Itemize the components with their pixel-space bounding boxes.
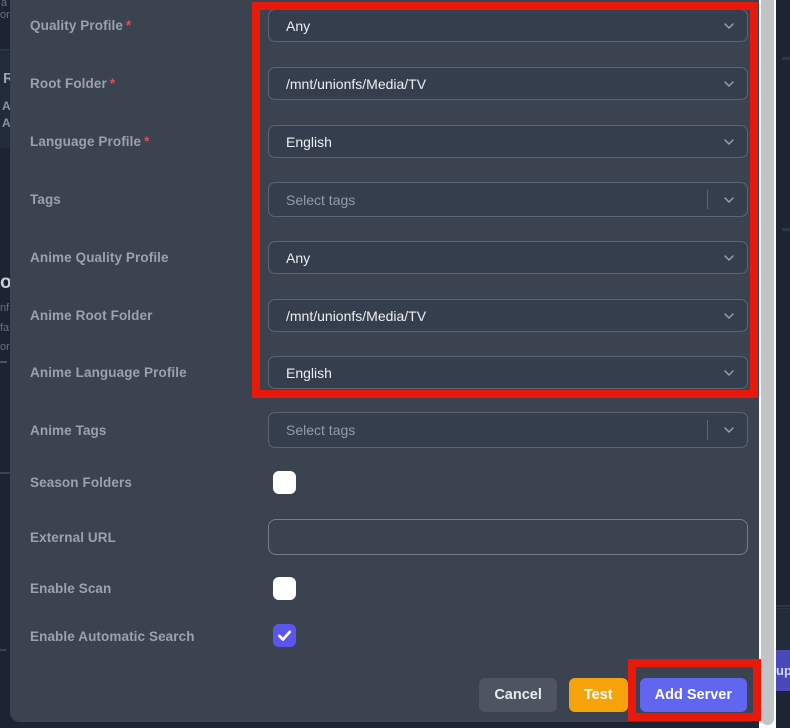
scrollbar-track[interactable] (759, 0, 776, 728)
select-value: English (286, 364, 332, 381)
background-text-fragment: nf (0, 303, 10, 314)
background-divider (0, 361, 7, 363)
select-value: /mnt/unionfs/Media/TV (286, 307, 427, 324)
field-label: Quality Profile * (30, 18, 268, 33)
root-folder-select[interactable]: /mnt/unionfs/Media/TV (268, 67, 748, 100)
tags-multiselect[interactable]: Select tags (268, 182, 748, 217)
select-value: English (286, 133, 332, 150)
background-divider (782, 57, 790, 60)
anime-quality-profile-select[interactable]: Any (268, 241, 748, 274)
chevron-down-icon (724, 138, 734, 145)
field-label-text: External URL (30, 529, 116, 545)
background-text-fragment: or (0, 10, 10, 21)
background-page-right: up (776, 0, 790, 728)
select-divider (707, 420, 708, 440)
external-url-input[interactable] (268, 519, 748, 555)
form-row-tags: Tags Select tags (30, 182, 748, 217)
field-label-text: Quality Profile (30, 18, 124, 33)
background-panel (776, 608, 790, 650)
form-row-anime-quality-profile: Anime Quality Profile Any (30, 241, 748, 274)
select-placeholder: Select tags (286, 191, 356, 208)
anime-language-profile-select[interactable]: English (268, 356, 748, 389)
background-partial-button-label: up (776, 663, 790, 678)
select-placeholder: Select tags (286, 422, 356, 438)
form-row-root-folder: Root Folder * /mnt/unionfs/Media/TV (30, 67, 748, 100)
season-folders-checkbox[interactable] (273, 471, 296, 494)
field-label: Root Folder * (30, 76, 268, 91)
field-label: External URL (30, 530, 268, 545)
select-value: Any (286, 17, 311, 34)
chevron-down-icon (724, 196, 734, 203)
field-label-text: Enable Scan (30, 581, 112, 596)
required-asterisk: * (126, 18, 132, 33)
field-label: Enable Scan (30, 581, 268, 596)
quality-profile-select[interactable]: Any (268, 9, 748, 42)
form-row-anime-root-folder: Anime Root Folder /mnt/unionfs/Media/TV (30, 299, 748, 332)
cancel-button[interactable]: Cancel (479, 678, 557, 712)
field-label-text: Season Folders (30, 475, 132, 490)
chevron-down-icon (724, 427, 734, 433)
field-label-text: Root Folder (30, 76, 107, 91)
field-label-text: Anime Language Profile (30, 365, 187, 380)
modal-footer: Cancel Test Add Server (479, 678, 747, 712)
select-value: /mnt/unionfs/Media/TV (286, 75, 427, 92)
background-divider (782, 228, 790, 231)
enable-automatic-search-checkbox[interactable] (273, 624, 296, 647)
sonarr-server-modal: Quality Profile * Any Root Folder * /mnt/u… (10, 0, 759, 722)
field-label-text: Anime Quality Profile (30, 250, 169, 265)
field-label-text: Anime Tags (30, 422, 107, 438)
field-label-text: Tags (30, 192, 61, 207)
background-text-fragment: or (0, 342, 10, 353)
checkmark-icon (278, 630, 292, 641)
chevron-down-icon (724, 254, 734, 261)
form-row-language-profile: Language Profile * English (30, 125, 748, 158)
form-row-quality-profile: Quality Profile * Any (30, 9, 748, 42)
field-label: Language Profile * (30, 134, 268, 149)
background-page-left: a or R A A o nf fa or (0, 0, 14, 728)
anime-root-folder-select[interactable]: /mnt/unionfs/Media/TV (268, 299, 748, 332)
required-asterisk: * (144, 134, 150, 149)
form-row-anime-tags: Anime Tags Select tags (30, 412, 748, 448)
field-label: Anime Root Folder (30, 308, 268, 323)
background-divider (0, 49, 10, 51)
background-text-fragment: fa (0, 323, 10, 334)
field-label: Season Folders (30, 475, 268, 490)
test-button[interactable]: Test (568, 678, 628, 712)
chevron-down-icon (724, 80, 734, 87)
form-row-anime-language-profile: Anime Language Profile English (30, 356, 748, 389)
form-row-enable-scan: Enable Scan (30, 577, 748, 600)
chevron-down-icon (724, 369, 734, 376)
background-text-fragment: a (1, 0, 8, 9)
scrollbar-thumb[interactable] (761, 0, 774, 725)
form-row-enable-automatic-search: Enable Automatic Search (30, 624, 748, 648)
enable-scan-checkbox[interactable] (273, 577, 296, 600)
field-label: Enable Automatic Search (30, 629, 268, 644)
field-label-text: Anime Root Folder (30, 308, 153, 323)
chevron-down-icon (724, 22, 734, 29)
anime-tags-multiselect[interactable]: Select tags (268, 412, 748, 448)
field-label: Anime Tags (30, 423, 268, 438)
chevron-down-icon (724, 312, 734, 319)
form-row-external-url: External URL (30, 519, 748, 555)
field-label-text: Language Profile (30, 134, 142, 149)
field-label: Anime Language Profile (30, 365, 268, 380)
select-divider (707, 190, 708, 209)
field-label: Tags (30, 192, 268, 207)
required-asterisk: * (109, 76, 116, 91)
language-profile-select[interactable]: English (268, 125, 748, 158)
add-server-button[interactable]: Add Server (639, 678, 747, 712)
background-partial-button: up (776, 650, 790, 691)
field-label-text: Enable Automatic Search (30, 628, 195, 644)
field-label: Anime Quality Profile (30, 250, 268, 265)
select-value: Any (286, 249, 311, 266)
background-divider (0, 649, 6, 651)
background-divider (0, 472, 10, 474)
background-divider (776, 605, 790, 607)
form-row-season-folders: Season Folders (30, 471, 748, 494)
